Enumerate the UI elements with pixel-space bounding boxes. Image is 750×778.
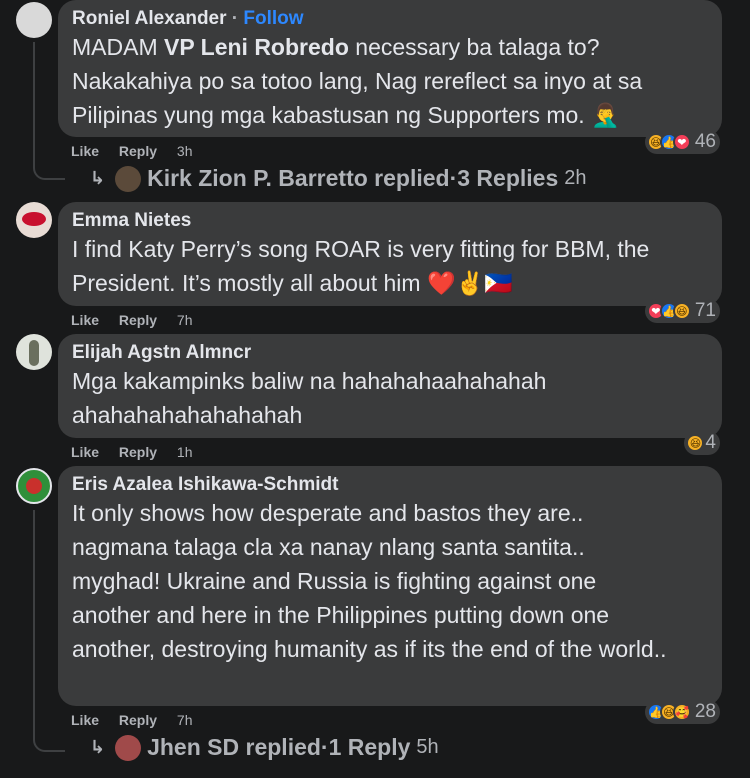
avatar (115, 165, 142, 192)
comment-actions: Like Reply 3h (71, 143, 209, 159)
reaction-count: 28 (694, 701, 716, 722)
comment-bubble: Roniel Alexander · Follow MADAM VP Leni … (58, 0, 722, 137)
reaction-count: 46 (694, 131, 716, 152)
like-button[interactable]: Like (71, 444, 99, 460)
reply-button[interactable]: Reply (119, 712, 157, 728)
reply-button[interactable]: Reply (119, 143, 157, 159)
avatar[interactable] (16, 334, 52, 370)
replier-name: Jhen SD replied (147, 734, 321, 760)
reply-button[interactable]: Reply (119, 312, 157, 328)
comment-actions: Like Reply 7h (71, 712, 209, 728)
like-button[interactable]: Like (71, 712, 99, 728)
reply-button[interactable]: Reply (119, 444, 157, 460)
reaction-summary[interactable]: 😆 4 (684, 431, 720, 455)
comment-bubble: Emma Nietes I find Katy Perry’s song ROA… (58, 202, 722, 306)
comment-bubble: Elijah Agstn Almncr Mga kakampinks baliw… (58, 334, 722, 438)
author-name[interactable]: Eris Azalea Ishikawa-Schmidt (72, 474, 708, 496)
timestamp[interactable]: 7h (177, 712, 193, 728)
reply-arrow-icon: ↳ (90, 168, 106, 188)
avatar[interactable] (16, 468, 52, 504)
reaction-summary[interactable]: ❤ 👍 😆 71 (644, 299, 720, 323)
timestamp: 5h (416, 736, 439, 758)
like-button[interactable]: Like (71, 143, 99, 159)
like-button[interactable]: Like (71, 312, 99, 328)
avatar (115, 734, 142, 761)
comment-actions: Like Reply 7h (71, 312, 209, 328)
haha-icon: 😆 (672, 302, 691, 320)
love-icon: ❤ (672, 133, 691, 151)
haha-icon: 😆 (686, 434, 705, 452)
replies-count: 1 Reply (328, 734, 411, 760)
reaction-count: 4 (705, 432, 716, 453)
comment-text: Mga kakampinks baliw na hahahahaahahahah… (72, 368, 547, 428)
reply-arrow-icon: ↳ (90, 737, 106, 757)
comment-actions: Like Reply 1h (71, 444, 209, 460)
comment-text: I find Katy Perry’s song ROAR is very fi… (72, 236, 650, 296)
reaction-summary[interactable]: 😆 👍 ❤ 46 (644, 130, 720, 154)
avatar[interactable] (16, 2, 52, 38)
timestamp[interactable]: 7h (177, 312, 193, 328)
comment-text: It only shows how desperate and bastos t… (72, 500, 667, 662)
author-name[interactable]: Elijah Agstn Almncr (72, 342, 708, 364)
comment-text: MADAM VP Leni Robredo necessary ba talag… (72, 34, 643, 128)
timestamp: 2h (564, 167, 587, 189)
view-replies[interactable]: ↳ Kirk Zion P. Barretto replied · 3 Repl… (90, 165, 587, 192)
author-name[interactable]: Roniel Alexander (72, 8, 227, 29)
timestamp[interactable]: 3h (177, 143, 193, 159)
view-replies[interactable]: ↳ Jhen SD replied · 1 Reply 5h (90, 734, 439, 761)
reaction-summary[interactable]: 👍 😆 🥰 28 (644, 700, 720, 724)
reaction-count: 71 (694, 300, 716, 321)
comment-bubble: Eris Azalea Ishikawa-Schmidt It only sho… (58, 466, 722, 706)
care-icon: 🥰 (672, 703, 691, 721)
avatar[interactable] (16, 202, 52, 238)
replies-count: 3 Replies (457, 165, 559, 191)
author-name[interactable]: Emma Nietes (72, 210, 708, 232)
replier-name: Kirk Zion P. Barretto replied (147, 165, 450, 191)
mention[interactable]: VP Leni Robredo (164, 34, 349, 60)
follow-button[interactable]: Follow (243, 8, 303, 29)
timestamp[interactable]: 1h (177, 444, 193, 460)
